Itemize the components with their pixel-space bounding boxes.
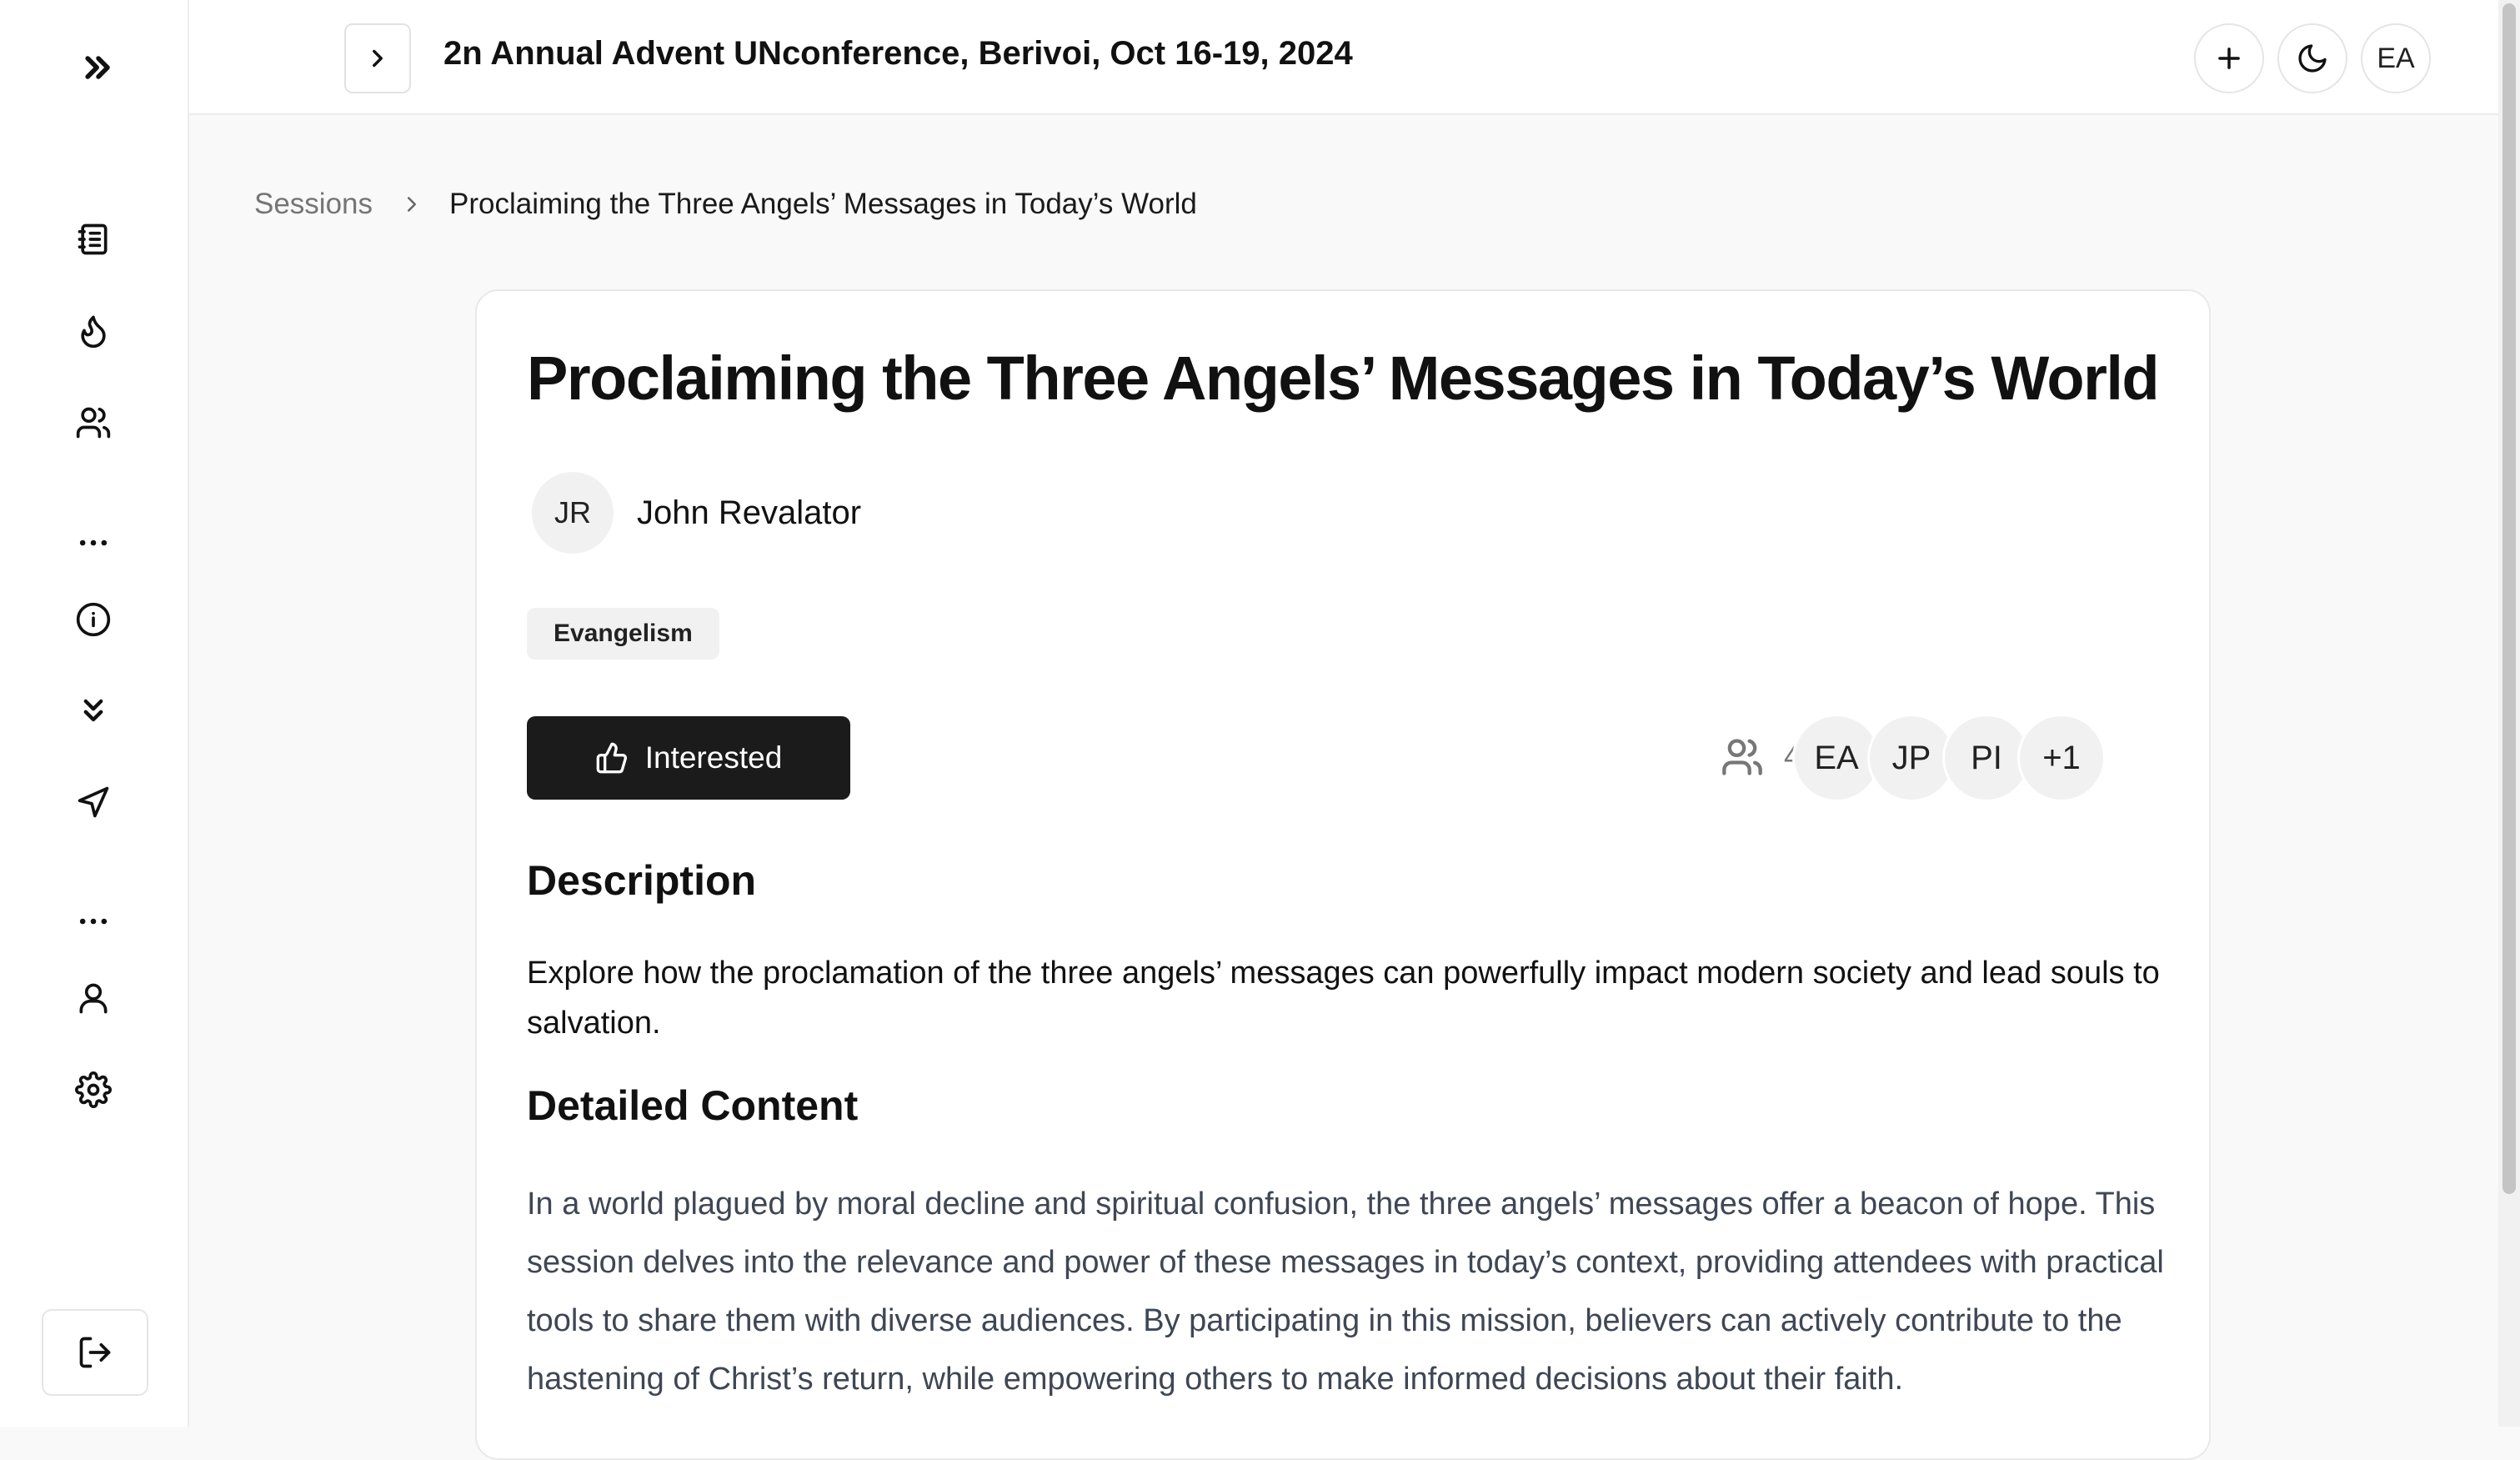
moon-icon xyxy=(2298,44,2327,73)
chevron-right-icon xyxy=(373,49,383,68)
user-icon[interactable] xyxy=(70,975,117,1021)
send-icon[interactable] xyxy=(70,779,117,825)
page-scrollbar[interactable] xyxy=(2498,0,2520,1427)
user-avatar-button[interactable]: EA xyxy=(2361,23,2431,93)
chevron-right-icon xyxy=(408,197,417,212)
users-icon xyxy=(1722,739,1762,775)
theme-toggle-button[interactable] xyxy=(2277,23,2347,93)
event-title: 2n Annual Advent UNconference, Berivoi, … xyxy=(443,35,1353,72)
interested-label: Interested xyxy=(644,740,783,775)
breadcrumb: Sessions Proclaiming the Three Angels’ M… xyxy=(254,183,1197,225)
top-header: 2n Annual Advent UNconference, Berivoi, … xyxy=(189,0,2498,115)
breadcrumb-current: Proclaiming the Three Angels’ Messages i… xyxy=(449,188,1197,220)
plus-icon xyxy=(2218,48,2240,69)
scrollbar-thumb[interactable] xyxy=(2502,3,2516,1194)
more-icon[interactable] xyxy=(70,519,117,566)
chevrons-down-icon[interactable] xyxy=(70,687,117,734)
attendee-count: 4 xyxy=(1721,733,1800,781)
more-icon[interactable] xyxy=(70,898,117,945)
speaker-avatar[interactable]: JR xyxy=(532,472,614,554)
detailed-content-heading: Detailed Content xyxy=(527,1082,859,1129)
logout-icon xyxy=(79,1337,111,1368)
session-title: Proclaiming the Three Angels’ Messages i… xyxy=(527,344,2160,413)
sidebar-toggle-button[interactable] xyxy=(344,23,411,93)
description-text: Explore how the proclamation of the thre… xyxy=(527,956,2160,1041)
thumbs-up-icon xyxy=(596,742,627,774)
interested-button[interactable]: Interested xyxy=(527,716,850,800)
logout-button[interactable] xyxy=(42,1309,148,1396)
breadcrumb-sessions-link[interactable]: Sessions xyxy=(254,188,373,221)
users-icon[interactable] xyxy=(70,399,117,446)
add-button[interactable] xyxy=(2194,23,2264,93)
detailed-content-text: In a world plagued by moral decline and … xyxy=(527,1187,2164,1397)
more-attendees-badge[interactable]: +1 xyxy=(2017,714,2106,802)
sidebar xyxy=(0,0,189,1427)
session-card: Proclaiming the Three Angels’ Messages i… xyxy=(475,289,2211,1460)
speaker-name[interactable]: John Revalator xyxy=(637,494,861,532)
description-heading: Description xyxy=(527,857,757,904)
logo-chevrons-icon[interactable] xyxy=(75,44,122,91)
settings-icon[interactable] xyxy=(70,1066,117,1113)
info-icon[interactable] xyxy=(70,596,117,643)
flame-icon[interactable] xyxy=(70,308,117,354)
session-tag: Evangelism xyxy=(527,608,719,660)
notebook-icon[interactable] xyxy=(70,216,117,263)
